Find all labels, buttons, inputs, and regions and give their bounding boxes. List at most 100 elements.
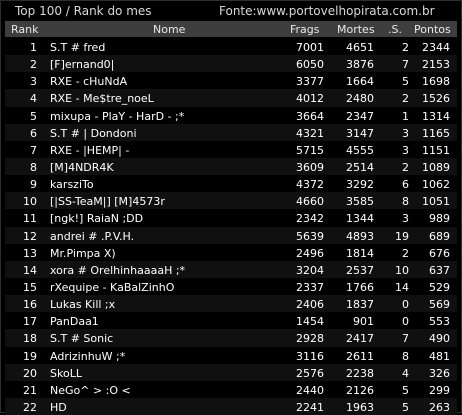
s-cell: 10 <box>395 263 409 277</box>
pontos-cell: 490 <box>429 332 450 346</box>
mortes-cell: 2417 <box>346 332 374 346</box>
rank-cell: 21 <box>23 383 37 397</box>
pontos-cell: 689 <box>429 229 450 243</box>
rank-cell: 16 <box>23 298 37 312</box>
frags-cell: 3204 <box>296 263 324 277</box>
s-cell: 5 <box>402 75 409 89</box>
frags-cell: 2406 <box>296 298 324 312</box>
table-row[interactable]: 19 AdrizinhuW ;* 3116 2611 8 481 <box>5 347 457 364</box>
column-header-pontos[interactable]: Pontos <box>414 23 451 36</box>
table-row[interactable]: 10 [|SS-TeaM|] [M]4573r 4660 3585 8 1051 <box>5 192 457 210</box>
player-name-cell: RXE - cHuNdA <box>50 75 128 89</box>
rank-cell: 6 <box>30 126 37 140</box>
pontos-cell: 2344 <box>422 41 450 54</box>
pontos-cell: 263 <box>429 400 450 414</box>
player-name-cell: Lukas Kill ;x <box>50 298 116 312</box>
player-name-cell: SkoLL <box>50 366 82 380</box>
frags-cell: 3664 <box>296 109 324 123</box>
table-row[interactable]: 2 [F]ernand0| 6050 3876 7 2153 <box>5 55 457 73</box>
table-row[interactable]: 17 PanDaa1 1454 901 0 553 <box>5 312 457 329</box>
table-row[interactable]: 14 xora # OrelhinhaaaaH ;* 3204 2537 10 637 <box>5 260 457 278</box>
player-name-cell: rXequipe - KaBalZinhO <box>50 280 175 294</box>
s-cell: 1 <box>402 109 409 123</box>
player-name-cell: PanDaa1 <box>50 315 99 329</box>
player-name-cell: andrei # .P.V.H. <box>50 229 135 243</box>
column-header-s[interactable]: .S. <box>388 23 402 36</box>
s-cell: 3 <box>402 212 409 226</box>
table-row[interactable]: 7 RXE - |HEMP| - 5715 4555 3 1151 <box>5 141 457 158</box>
source-link-text: Fonte:www.portovelhopirata.com.br <box>219 4 435 18</box>
mortes-cell: 1837 <box>346 298 374 312</box>
frags-cell: 5715 <box>296 143 324 157</box>
mortes-cell: 4651 <box>346 41 374 54</box>
frags-cell: 2337 <box>296 280 324 294</box>
frags-cell: 4660 <box>296 195 324 209</box>
frags-cell: 5639 <box>296 229 324 243</box>
mortes-cell: 3292 <box>346 178 374 192</box>
rank-cell: 11 <box>23 212 37 226</box>
column-header-rank[interactable]: Rank <box>11 23 38 36</box>
player-name-cell: S.T # | Dondoni <box>50 126 137 140</box>
table-row[interactable]: 22 HD 2241 1963 5 263 <box>5 397 457 415</box>
table-row[interactable]: 9 karsziTo 4372 3292 6 1062 <box>5 175 457 192</box>
rank-cell: 7 <box>30 143 37 157</box>
rank-cell: 9 <box>30 178 37 192</box>
player-name-cell: S.T # fred <box>50 41 106 54</box>
mortes-cell: 1344 <box>346 212 374 226</box>
rank-cell: 5 <box>30 109 37 123</box>
column-header-mortes[interactable]: Mortes <box>337 23 375 36</box>
table-row[interactable]: 15 rXequipe - KaBalZinhO 2337 1766 14 529 <box>5 278 457 295</box>
table-row[interactable]: 1 S.T # fred 7001 4651 2 2344 <box>5 38 457 55</box>
table-row[interactable]: 4 RXE - Me$tre_noeL 4012 2480 2 1526 <box>5 89 457 107</box>
rank-cell: 10 <box>23 195 37 209</box>
pontos-cell: 481 <box>429 349 450 363</box>
rank-cell: 13 <box>23 246 37 260</box>
table-row[interactable]: 13 Mr.Pimpa X) 2496 1814 2 676 <box>5 244 457 261</box>
table-row[interactable]: 20 SkoLL 2576 2238 4 326 <box>5 363 457 381</box>
ranking-table-body: 1 S.T # fred 7001 4651 2 2344 2 [F]ernand0| 6050… <box>5 38 457 415</box>
table-row[interactable]: 11 [ngk!] RaiaN ;DD 2342 1344 3 989 <box>5 209 457 226</box>
mortes-cell: 4893 <box>346 229 374 243</box>
table-row[interactable]: 16 Lukas Kill ;x 2406 1837 0 569 <box>5 295 457 313</box>
table-row[interactable]: 3 RXE - cHuNdA 3377 1664 5 1698 <box>5 72 457 89</box>
table-row[interactable]: 5 mixupa - PlaY - HarD - ;* 3664 2347 1 1314 <box>5 107 457 124</box>
s-cell: 4 <box>402 366 409 380</box>
player-name-cell: karsziTo <box>50 178 94 192</box>
table-row[interactable]: 21 NeGo^ > :O < 2440 2126 5 299 <box>5 381 457 398</box>
pontos-cell: 1062 <box>422 178 450 192</box>
mortes-cell: 3585 <box>346 195 374 209</box>
rank-cell: 18 <box>23 332 37 346</box>
column-header-name[interactable]: Nome <box>153 23 185 36</box>
player-name-cell: NeGo^ > :O < <box>50 383 131 397</box>
pontos-cell: 326 <box>429 366 450 380</box>
rank-cell: 19 <box>23 349 37 363</box>
s-cell: 3 <box>402 126 409 140</box>
mortes-cell: 3876 <box>346 58 374 72</box>
frags-cell: 4321 <box>296 126 324 140</box>
ranking-title: Top 100 / Rank do mes <box>15 4 152 18</box>
rank-cell: 1 <box>30 41 37 54</box>
table-row[interactable]: 18 S.T # Sonic 2928 2417 7 490 <box>5 329 457 347</box>
player-name-cell: mixupa - PlaY - HarD - ;* <box>50 109 185 123</box>
rank-cell: 20 <box>23 366 37 380</box>
frags-cell: 3116 <box>296 349 324 363</box>
mortes-cell: 2126 <box>346 383 374 397</box>
frags-cell: 7001 <box>296 41 324 54</box>
rank-cell: 2 <box>30 58 37 72</box>
rank-cell: 3 <box>30 75 37 89</box>
column-header-frags[interactable]: Frags <box>290 23 320 36</box>
table-row[interactable]: 6 S.T # | Dondoni 4321 3147 3 1165 <box>5 123 457 141</box>
table-row[interactable]: 8 [M]4NDR4K 3609 2514 2 1089 <box>5 157 457 176</box>
frags-cell: 4012 <box>296 92 324 106</box>
rank-cell: 4 <box>30 92 37 106</box>
frags-cell: 3377 <box>296 75 324 89</box>
frags-cell: 1454 <box>296 315 324 329</box>
pontos-cell: 676 <box>429 246 450 260</box>
s-cell: 2 <box>402 41 409 54</box>
table-row[interactable]: 12 andrei # .P.V.H. 5639 4893 19 689 <box>5 226 457 244</box>
s-cell: 6 <box>402 178 409 192</box>
mortes-cell: 901 <box>353 315 374 329</box>
pontos-cell: 989 <box>429 212 450 226</box>
player-name-cell: RXE - |HEMP| - <box>50 143 130 157</box>
ranking-window: Top 100 / Rank do mes Fonte:www.portovel… <box>0 0 462 415</box>
